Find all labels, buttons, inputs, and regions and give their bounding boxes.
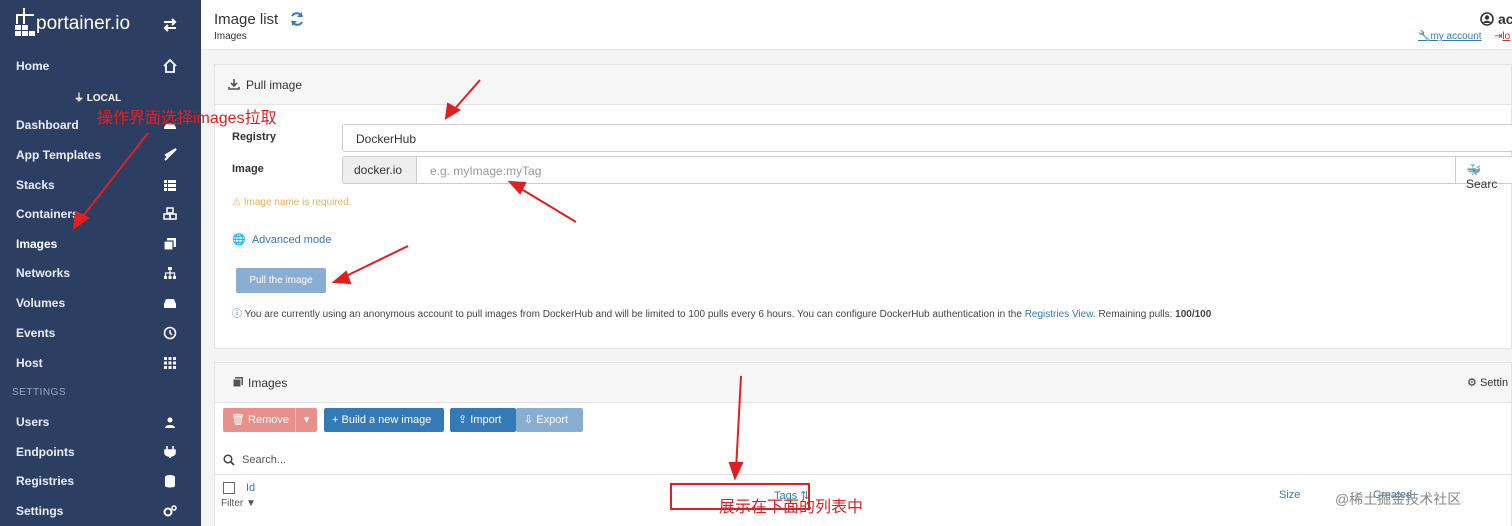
arrow-line [517, 186, 577, 223]
arrowhead [728, 462, 744, 481]
watermark: @稀土掘金技术社区 [1335, 491, 1462, 507]
arrow-line [341, 245, 409, 279]
annotation-arrows [72, 79, 744, 481]
arrow-line [735, 375, 742, 471]
arrow-line [451, 79, 481, 113]
app-root: portainer.io Home ⏚ LOCAL Dashboard App … [0, 0, 1512, 526]
arrowhead [72, 210, 90, 231]
arrowhead [331, 270, 352, 285]
arrowhead [507, 180, 527, 195]
arrow-line [79, 132, 149, 221]
